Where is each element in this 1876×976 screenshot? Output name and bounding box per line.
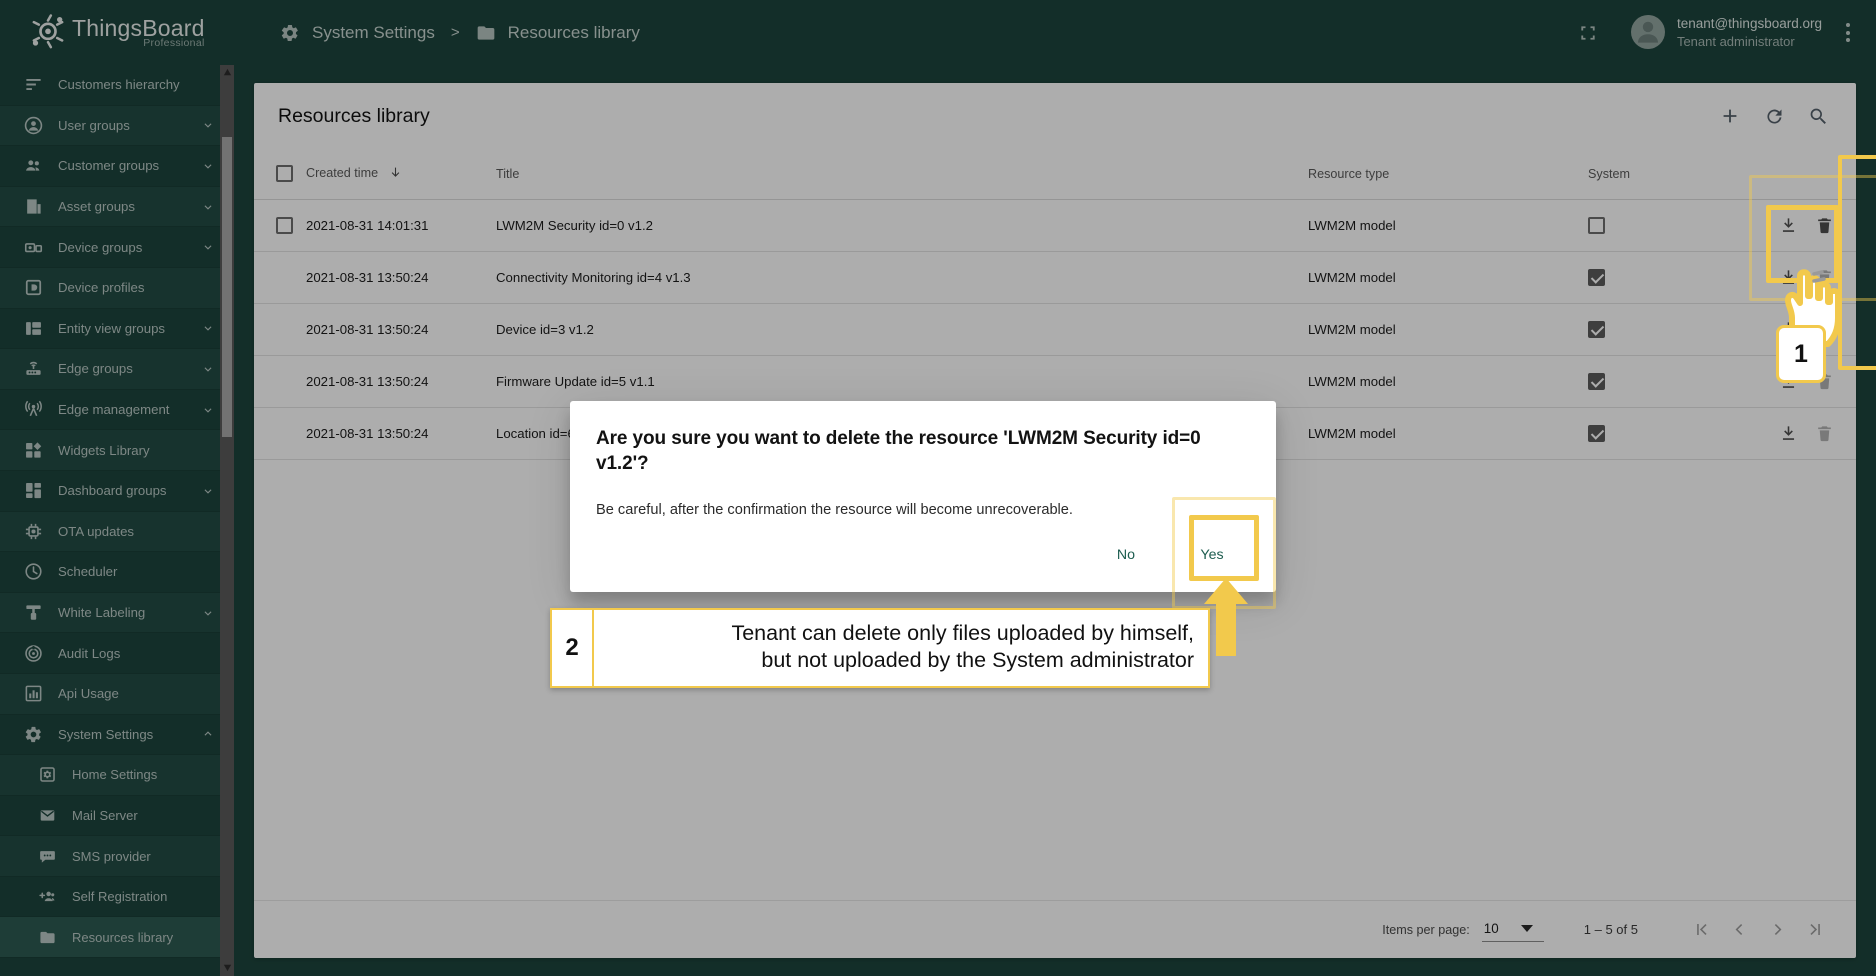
delete-confirm-dialog: Are you sure you want to delete the reso…: [570, 401, 1276, 593]
no-button[interactable]: No: [1094, 536, 1158, 574]
app-root: ThingsBoard Professional Customers hiera…: [0, 0, 1876, 976]
dialog-title: Are you sure you want to delete the reso…: [596, 428, 1201, 474]
dialog-message: Be careful, after the confirmation the r…: [596, 502, 1073, 519]
yes-button[interactable]: Yes: [1180, 536, 1244, 574]
dialog-actions: No Yes: [596, 518, 1250, 592]
